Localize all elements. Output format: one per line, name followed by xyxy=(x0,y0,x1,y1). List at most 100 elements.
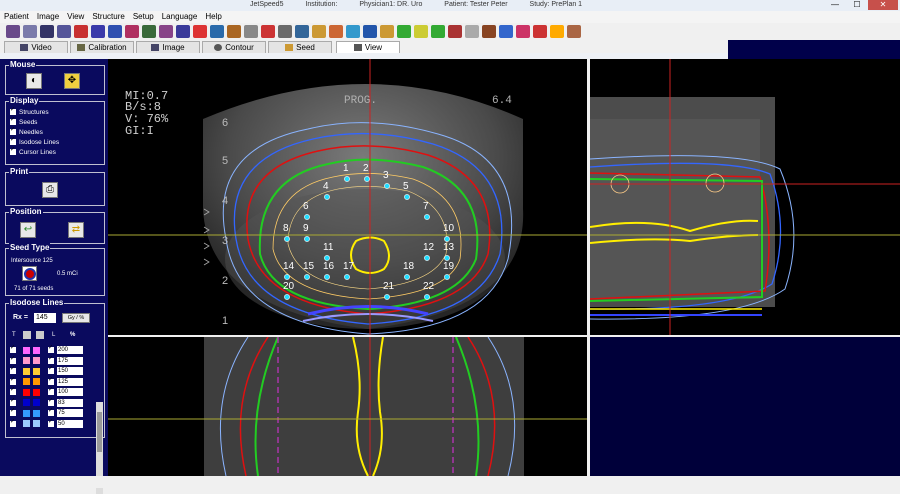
menu-patient[interactable]: Patient xyxy=(0,11,33,23)
isodose-label-toggle[interactable] xyxy=(48,344,54,353)
star-icon[interactable] xyxy=(550,25,564,38)
isodose-color-swatch-2[interactable] xyxy=(33,346,40,354)
isodose-pct-field[interactable]: 50 xyxy=(57,419,83,428)
position-swap-button[interactable]: ⇄ xyxy=(68,222,84,238)
isodose-color-swatch[interactable] xyxy=(23,399,30,406)
coronal-image[interactable] xyxy=(108,337,587,476)
book7-icon[interactable] xyxy=(193,25,207,38)
book-icon[interactable] xyxy=(91,25,105,38)
edit-icon[interactable] xyxy=(227,25,241,38)
settings-icon[interactable] xyxy=(567,25,581,38)
patient-icon[interactable] xyxy=(6,25,20,38)
transverse-image[interactable]: 1 234 56 78 9 1011 12 1314 15 16 17 18 1920 21 22 MI:0… xyxy=(108,59,587,335)
isodose-color-swatch[interactable] xyxy=(23,388,30,396)
mouse-pointer-button[interactable]: ◐ xyxy=(26,73,42,89)
isodose-label-toggle[interactable] xyxy=(48,386,54,395)
isodose-pct-field[interactable]: 125 xyxy=(57,377,83,386)
clipboard-icon[interactable] xyxy=(244,25,258,38)
rotate-icon[interactable] xyxy=(346,25,360,38)
green-oval-icon[interactable] xyxy=(431,25,445,38)
minimize-button[interactable]: — xyxy=(824,0,846,10)
sagittal-image[interactable] xyxy=(590,59,900,335)
isodose-pct-field[interactable]: 200 xyxy=(57,346,83,354)
save-icon[interactable] xyxy=(40,25,54,38)
position-reset-button[interactable]: ↩ xyxy=(20,222,36,238)
book8-icon[interactable] xyxy=(210,25,224,38)
menu-setup[interactable]: Setup xyxy=(129,11,158,23)
isodose-pct-field[interactable]: 83 xyxy=(57,398,83,407)
isodose-toggle[interactable] xyxy=(10,386,16,395)
isodose-color-swatch[interactable] xyxy=(23,420,30,427)
isodose-color-swatch-2[interactable] xyxy=(33,367,40,375)
menu-view[interactable]: View xyxy=(63,11,88,23)
isodose-toggle[interactable] xyxy=(10,344,16,353)
isodose-color-swatch[interactable] xyxy=(23,409,30,417)
isodose-color-swatch-2[interactable] xyxy=(33,399,40,406)
print-button[interactable]: ⎙ xyxy=(42,182,58,198)
isodose-label-toggle[interactable] xyxy=(48,418,54,427)
ruler-icon[interactable] xyxy=(278,25,292,38)
book6-icon[interactable] xyxy=(176,25,190,38)
scissors-icon[interactable] xyxy=(482,25,496,38)
open-icon[interactable] xyxy=(23,25,37,38)
cursor-lines-checkbox[interactable]: Cursor Lines xyxy=(10,146,104,157)
mouse-move-button[interactable]: ✥ xyxy=(64,73,80,89)
target-icon[interactable] xyxy=(448,25,462,38)
menu-image[interactable]: Image xyxy=(33,11,63,23)
menu-language[interactable]: Language xyxy=(158,11,202,23)
seeds-checkbox[interactable]: Seeds xyxy=(10,116,104,127)
save-as-icon[interactable] xyxy=(57,25,71,38)
seed-type-button[interactable] xyxy=(22,266,37,281)
tab-contour[interactable]: Contour xyxy=(202,41,266,53)
eraser-icon[interactable] xyxy=(261,25,275,38)
book4-icon[interactable] xyxy=(142,25,156,38)
info-icon[interactable] xyxy=(363,25,377,38)
isodose-color-swatch-2[interactable] xyxy=(33,378,40,385)
isodose-color-swatch[interactable] xyxy=(23,346,30,354)
menu-structure[interactable]: Structure xyxy=(88,11,128,23)
isodose-toggle[interactable] xyxy=(10,376,16,385)
grid-icon[interactable] xyxy=(499,25,513,38)
isodose-toggle[interactable] xyxy=(10,355,16,364)
isodose-lines-checkbox[interactable]: Isodose Lines xyxy=(10,136,104,147)
pen-icon[interactable] xyxy=(465,25,479,38)
coronal-viewport[interactable] xyxy=(108,337,587,476)
needle-icon[interactable] xyxy=(380,25,394,38)
seed-icon[interactable] xyxy=(397,25,411,38)
isodose-pct-field[interactable]: 100 xyxy=(57,388,83,396)
maximize-button[interactable]: ☐ xyxy=(846,0,868,10)
isodose-toggle[interactable] xyxy=(10,365,16,374)
record-icon[interactable] xyxy=(74,25,88,38)
remove2-icon[interactable] xyxy=(533,25,547,38)
transverse-viewport[interactable]: 1 2 3 4 5 6 7 8 9 10 11 12 13 14 15 16 17 18 19 20 21 22 MI:0… xyxy=(108,59,587,335)
sagittal-viewport[interactable] xyxy=(590,59,900,335)
tab-seed[interactable]: Seed xyxy=(268,41,332,53)
isodose-pct-field[interactable]: 150 xyxy=(57,367,83,375)
tab-image[interactable]: Image xyxy=(136,41,200,53)
isodose-toggle[interactable] xyxy=(10,397,16,406)
structures-checkbox[interactable]: Structures xyxy=(10,106,104,117)
isodose-color-swatch-2[interactable] xyxy=(33,357,40,364)
isodose-color-swatch[interactable] xyxy=(23,357,30,364)
scroll-thumb[interactable] xyxy=(97,412,102,452)
book5-icon[interactable] xyxy=(159,25,173,38)
isodose-pct-field[interactable]: 175 xyxy=(57,356,83,365)
tab-view[interactable]: View xyxy=(336,41,400,53)
needles-checkbox[interactable]: Needles xyxy=(10,126,104,137)
rx-input[interactable]: 145 xyxy=(34,313,56,323)
close-button[interactable]: ✕ xyxy=(868,0,898,10)
units-toggle-button[interactable]: Gy / % xyxy=(62,313,90,323)
isodose-label-toggle[interactable] xyxy=(48,397,54,406)
isodose-toggle[interactable] xyxy=(10,418,16,427)
chart-icon[interactable] xyxy=(295,25,309,38)
tab-calibration[interactable]: Calibration xyxy=(70,41,134,53)
menu-help[interactable]: Help xyxy=(201,11,225,23)
isodose-pct-field[interactable]: 75 xyxy=(57,409,83,417)
isodose-color-swatch[interactable] xyxy=(23,378,30,385)
isodose-color-swatch[interactable] xyxy=(23,367,30,375)
isodose-color-swatch-2[interactable] xyxy=(33,388,40,396)
book2-icon[interactable] xyxy=(108,25,122,38)
isodose-label-toggle[interactable] xyxy=(48,365,54,374)
palette-icon[interactable] xyxy=(329,25,343,38)
tools-icon[interactable] xyxy=(312,25,326,38)
